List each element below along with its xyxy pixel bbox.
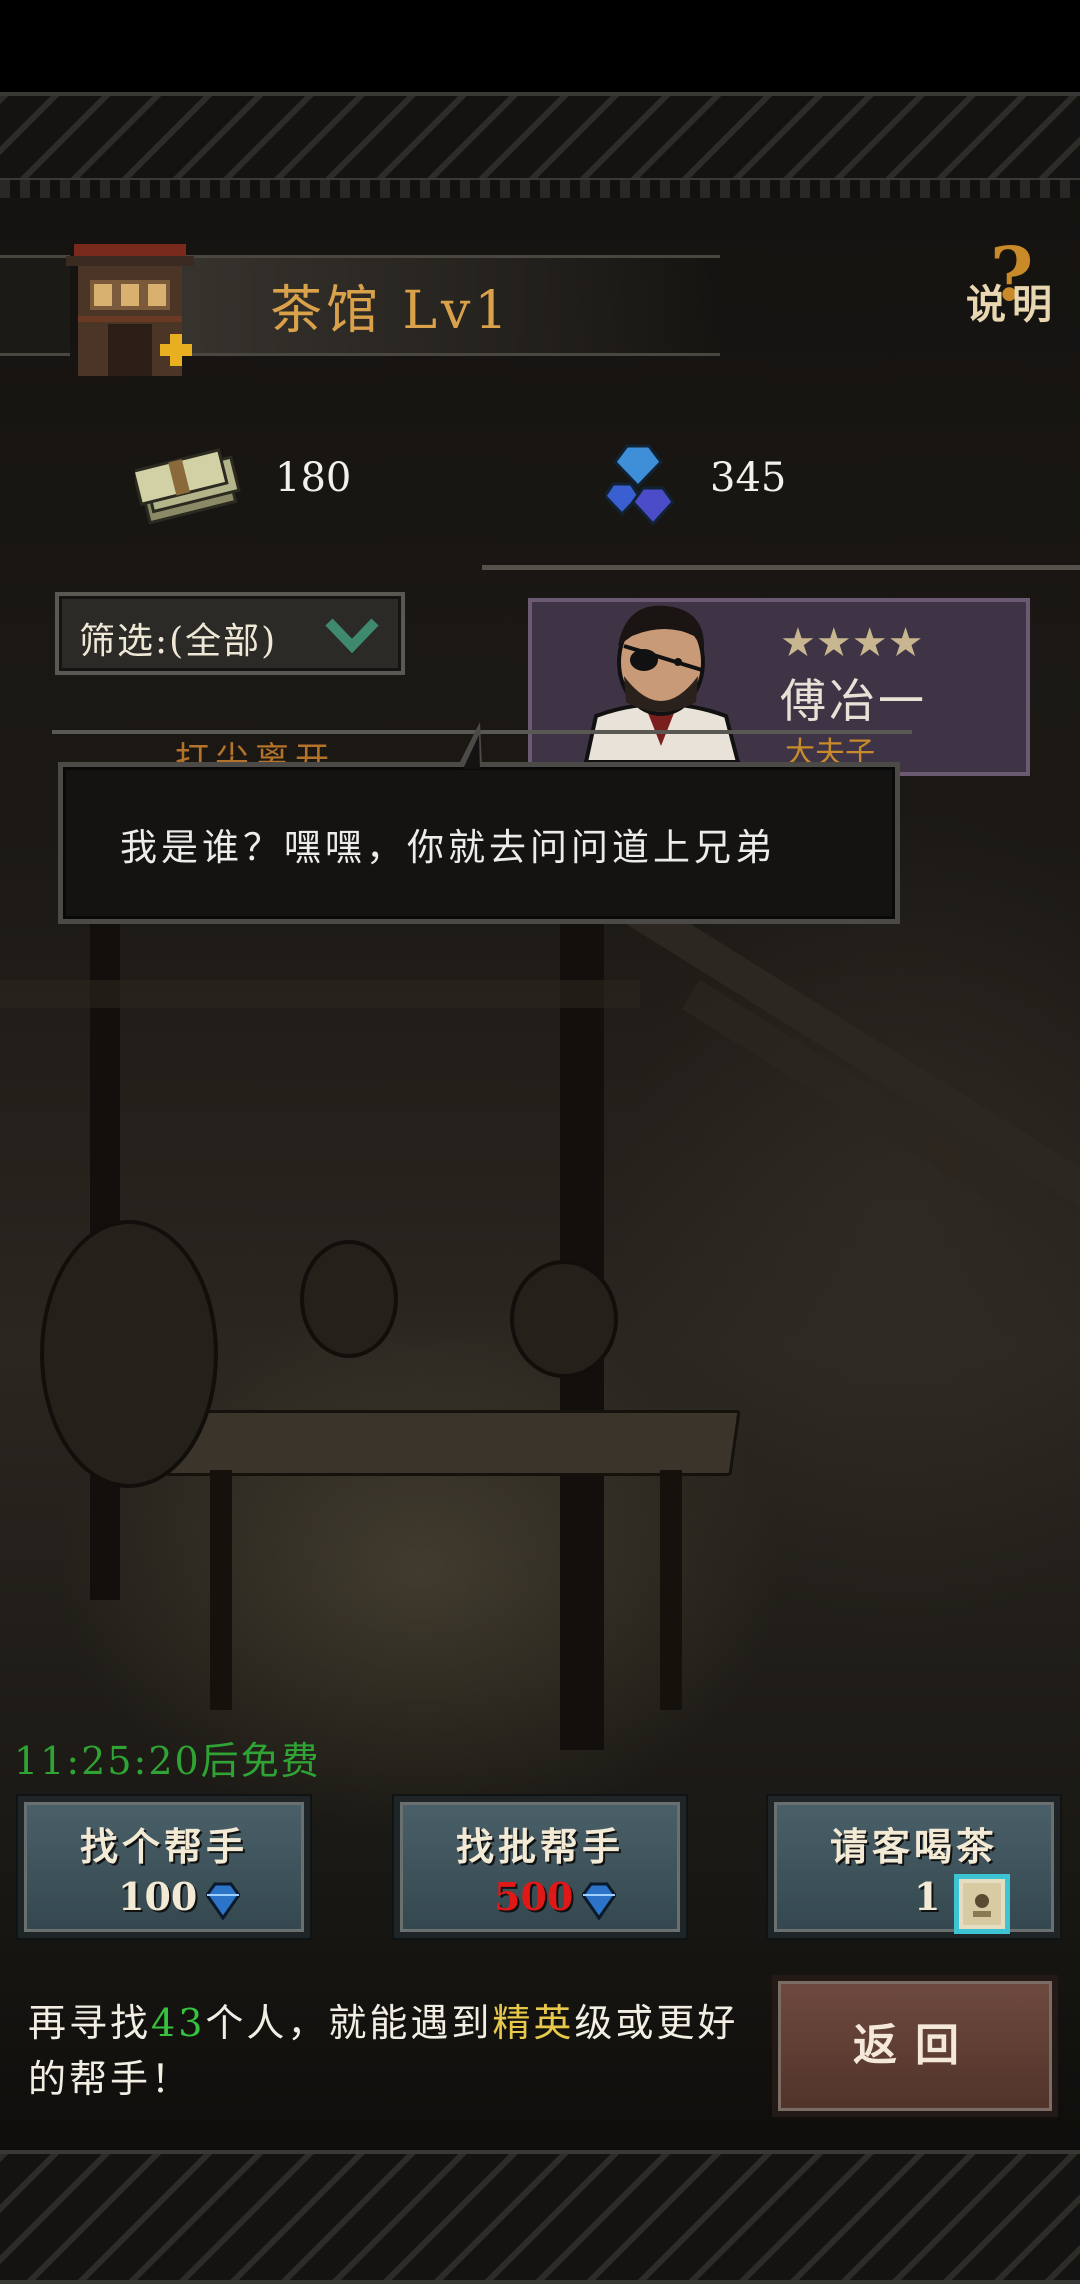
gem-amount: 345: [710, 455, 787, 501]
bottom-ornament-band: [0, 2150, 1080, 2284]
speech-tail-inner: [463, 735, 480, 769]
page-title: 茶馆 Lv1: [270, 281, 512, 341]
star-rating: ★★★★: [780, 620, 923, 666]
helper-progress-hint: 再寻找43个人，就能遇到精英级或更好的帮手！: [28, 1995, 768, 2107]
help-label: 说明: [966, 281, 1058, 328]
hint-tier: 精英: [492, 2001, 575, 2045]
gem-icon: [605, 444, 675, 527]
chevron-down-icon: [325, 618, 379, 654]
star-icon: ★: [780, 620, 816, 666]
help-button[interactable]: ? 说明: [960, 232, 1075, 330]
money-stack-icon: [135, 448, 241, 525]
top-trim: [0, 180, 1080, 198]
star-icon: ★: [815, 620, 852, 666]
divider: [482, 565, 1080, 570]
hint-middle: 个人，就能遇到: [205, 2001, 493, 2045]
free-timer: 11:25:20后免费: [14, 1739, 321, 1783]
teahouse-building-icon: [66, 244, 194, 376]
table: [165, 1410, 741, 1476]
star-icon: ★: [887, 620, 924, 666]
top-ornament-band: [0, 92, 1080, 182]
star-icon: ★: [851, 620, 888, 666]
filter-label: 筛选:(全部): [79, 621, 278, 662]
beam: [0, 980, 640, 1008]
hint-count: 43: [151, 2001, 206, 2045]
treat-tea-button[interactable]: 请客喝茶 1: [768, 1796, 1060, 1938]
find-one-helper-button[interactable]: 找个帮手 100: [18, 1796, 310, 1938]
seated-figure: [40, 1220, 218, 1488]
find-batch-helpers-button[interactable]: 找批帮手 500: [394, 1796, 686, 1938]
hint-prefix: 再寻找: [28, 2001, 152, 2045]
figure-head: [300, 1240, 398, 1358]
status-bar-area: [0, 0, 1080, 92]
button-cost: 1: [914, 1874, 941, 1919]
button-label: 请客喝茶: [829, 1824, 998, 1869]
gem-icon: [206, 1882, 240, 1920]
table-leg: [210, 1470, 232, 1710]
back-button[interactable]: 返回: [772, 1975, 1058, 2117]
tea-ticket-icon: [954, 1874, 1010, 1934]
button-label: 找批帮手: [455, 1824, 624, 1869]
helper-name: 傅冶一: [780, 674, 927, 728]
figure-head: [510, 1260, 618, 1378]
button-cost: 500: [494, 1874, 574, 1919]
button-label: 找个帮手: [79, 1824, 248, 1869]
button-cost: 100: [118, 1874, 198, 1919]
filter-dropdown[interactable]: 筛选:(全部): [55, 592, 405, 675]
speech-text: 我是谁？嘿嘿，你就去问问道上兄弟: [120, 826, 776, 869]
money-amount: 180: [275, 455, 352, 501]
table-leg: [660, 1470, 682, 1710]
gem-icon: [582, 1882, 616, 1920]
